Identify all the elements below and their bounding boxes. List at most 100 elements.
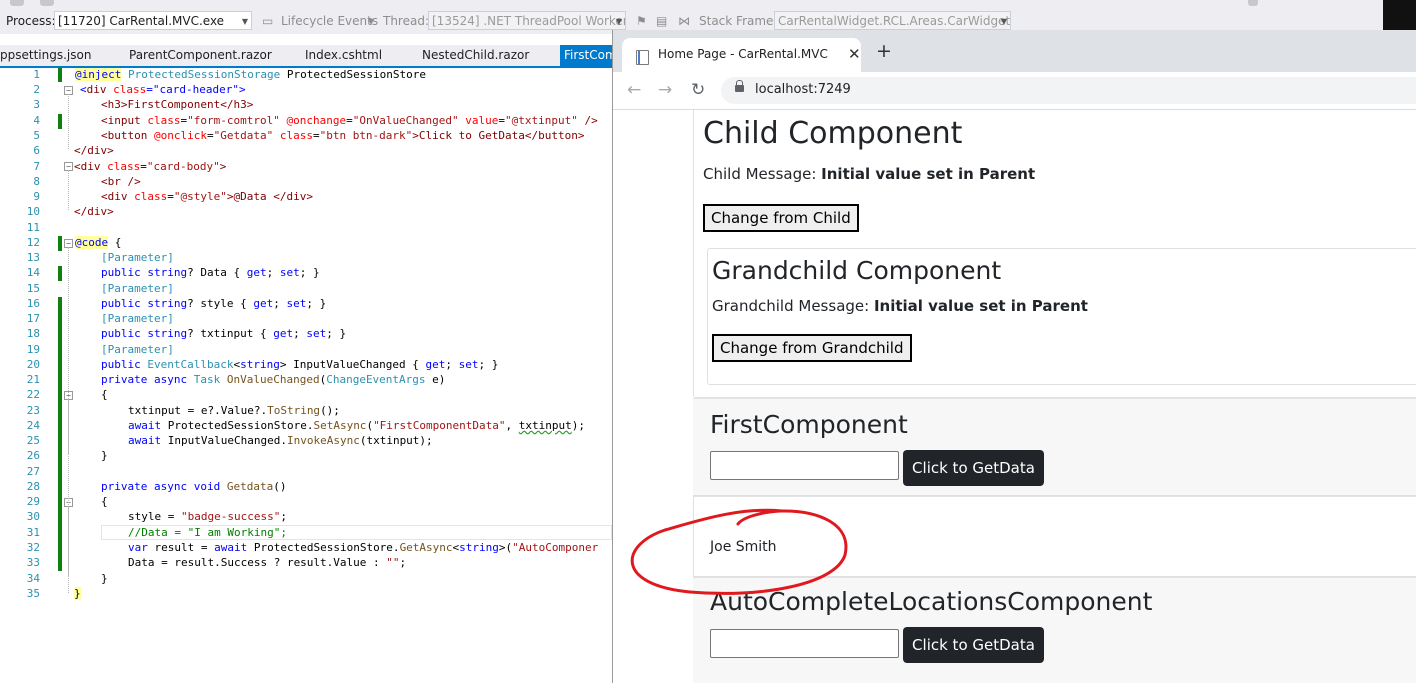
line-number: 15 [26, 282, 40, 295]
line-number: 20 [26, 358, 40, 371]
child-message-value: Initial value set in Parent [821, 165, 1036, 183]
tab-first-component[interactable]: FirstCom [560, 45, 613, 66]
browser-tab[interactable]: Home Page - CarRental.MVC ✕ [622, 38, 861, 72]
flag-icon[interactable]: ⚑ [636, 14, 647, 28]
thread-value: [13524] .NET ThreadPool Worker [432, 14, 626, 28]
grandchild-component-heading: Grandchild Component [712, 256, 1002, 285]
code-line-13: [Parameter] [101, 251, 174, 264]
threads-icon[interactable]: ▤ [656, 14, 667, 28]
change-marker [58, 68, 62, 82]
fold-guide [68, 94, 69, 149]
line-number: 16 [26, 297, 40, 310]
code-line-2: <div class="card-header"> [80, 83, 246, 96]
code-line-34: } [101, 572, 108, 585]
change-marker [58, 266, 62, 281]
chevron-down-icon: ▼ [1000, 17, 1007, 26]
line-number: 12 [26, 236, 40, 249]
address-bar-row: ← → ↻ localhost:7249 [613, 72, 1416, 110]
code-line-5: <button @onclick="Getdata" class="btn bt… [101, 129, 585, 142]
fold-guide [68, 506, 69, 576]
grandchild-message-value: Initial value set in Parent [873, 297, 1088, 315]
line-number: 3 [33, 98, 40, 111]
address-bar[interactable]: localhost:7249 [721, 77, 1416, 104]
child-message-label: Child Message: [703, 165, 822, 183]
grandchild-message-label: Grandchild Message: [712, 297, 874, 315]
code-line-20: public EventCallback<string> InputValueC… [101, 358, 499, 371]
line-number: 19 [26, 343, 40, 356]
autocomplete-component-heading: AutoCompleteLocationsComponent [710, 587, 1153, 616]
code-line-17: [Parameter] [101, 312, 174, 325]
browser-tab-title: Home Page - CarRental.MVC [658, 47, 828, 61]
code-line-31: //Data = "I am Working"; [128, 526, 287, 539]
line-number: 34 [26, 572, 40, 585]
close-icon[interactable]: ✕ [848, 45, 861, 63]
autocomplete-input[interactable] [710, 629, 899, 658]
line-number: 35 [26, 587, 40, 600]
line-number: 22 [26, 388, 40, 401]
code-line-26: } [101, 449, 108, 462]
code-line-35: } [74, 587, 81, 600]
line-number: 18 [26, 327, 40, 340]
change-from-grandchild-button[interactable]: Change from Grandchild [712, 334, 912, 362]
black-region [1383, 0, 1416, 30]
lock-icon[interactable] [735, 80, 744, 92]
change-from-child-button[interactable]: Change from Child [703, 204, 859, 232]
process-value: [11720] CarRental.MVC.exe [58, 14, 225, 28]
toolbar-icon[interactable] [10, 0, 24, 6]
code-editor[interactable]: 1 2 3 4 5 6 7 8 9 10 11 12 13 14 15 16 17 18 19 20 21 22 23 24 2… [0, 68, 612, 683]
code-line-12: @code { [75, 236, 122, 249]
line-number: 33 [26, 556, 40, 569]
code-line-10: </div> [74, 205, 114, 218]
code-line-15: [Parameter] [101, 282, 174, 295]
first-component-heading: FirstComponent [710, 410, 908, 439]
change-marker [58, 114, 62, 129]
tab-appsettings[interactable]: ppsettings.json [0, 45, 91, 66]
line-number: 10 [26, 205, 40, 218]
code-line-7: <div class="card-body"> [74, 160, 227, 173]
new-tab-button[interactable]: + [876, 42, 892, 61]
line-number: 31 [26, 526, 40, 539]
line-number: 5 [33, 129, 40, 142]
process-label: Process: [6, 14, 56, 28]
browser-tab-strip: Home Page - CarRental.MVC ✕ + [613, 30, 1416, 72]
code-line-6: </div> [74, 144, 114, 157]
line-number: 1 [33, 68, 40, 81]
code-line-19: [Parameter] [101, 343, 174, 356]
line-number: 32 [26, 541, 40, 554]
page-icon [636, 50, 649, 65]
tab-nested-child[interactable]: NestedChild.razor [422, 45, 529, 66]
child-message: Child Message: Initial value set in Pare… [703, 165, 1035, 183]
stack-frame-label: Stack Frame: [699, 14, 778, 28]
line-number: 4 [33, 114, 40, 127]
line-number: 11 [26, 221, 40, 234]
code-line-30: style = "badge-success"; [128, 510, 287, 523]
code-line-23: txtinput = e?.Value?.ToString(); [128, 404, 340, 417]
first-component-body [693, 495, 1416, 577]
line-number: 21 [26, 373, 40, 386]
toolbar-icon[interactable] [1248, 0, 1258, 6]
thread-label: Thread: [383, 14, 430, 28]
forward-arrow-icon[interactable]: → [658, 80, 672, 100]
tab-index[interactable]: Index.cshtml [305, 45, 382, 66]
stack-frame-combo[interactable]: CarRentalWidget.RCL.Areas.CarWidgetUI.I … [774, 11, 1011, 30]
fold-guide [68, 170, 69, 210]
lifecycle-events-button[interactable]: Lifecycle Events [281, 14, 378, 28]
lifecycle-icon[interactable]: ▭ [262, 14, 273, 28]
code-line-21: private async Task OnValueChanged(Change… [101, 373, 446, 386]
first-component-getdata-button[interactable]: Click to GetData [903, 450, 1044, 486]
toolbar-icon[interactable] [40, 0, 54, 6]
process-combo[interactable]: [11720] CarRental.MVC.exe ▼ [54, 11, 252, 30]
first-component-input[interactable] [710, 451, 899, 480]
reload-icon[interactable]: ↻ [691, 80, 705, 100]
thread-combo[interactable]: [13524] .NET ThreadPool Worker ▼ [428, 11, 626, 30]
url-text[interactable]: localhost:7249 [755, 82, 851, 97]
stack-frame-value: CarRentalWidget.RCL.Areas.CarWidgetUI.I [778, 14, 1011, 28]
chevron-down-icon: ▼ [615, 17, 622, 26]
code-line-3: <h3>FirstComponent</h3> [101, 98, 254, 111]
back-arrow-icon[interactable]: ← [627, 80, 641, 100]
tab-parent-component[interactable]: ParentComponent.razor [129, 45, 272, 66]
page-viewport: Child Component Child Message: Initial v… [613, 110, 1416, 683]
code-line-25: await InputValueChanged.InvokeAsync(txti… [128, 434, 433, 447]
code-line-8: <br /> [101, 175, 141, 188]
autocomplete-getdata-button[interactable]: Click to GetData [903, 627, 1044, 663]
